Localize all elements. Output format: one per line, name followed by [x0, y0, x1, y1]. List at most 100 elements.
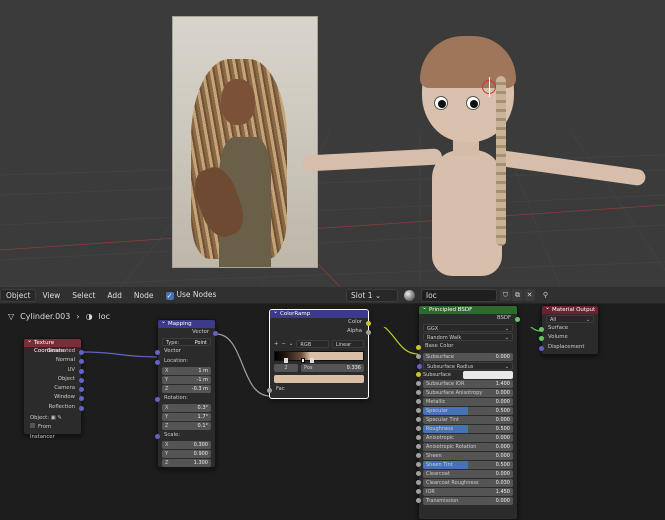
- location-z[interactable]: Z -0.3 m: [162, 384, 211, 393]
- ramp-stop-handle[interactable]: [301, 357, 306, 363]
- ramp-stop-handle[interactable]: [310, 357, 315, 363]
- chevron-right-icon: ›: [76, 311, 80, 321]
- character-right-arm: [495, 149, 647, 187]
- input-subsurface-radius[interactable]: Subsurface Radius ⌄: [417, 361, 513, 370]
- input-sheen[interactable]: Sheen 0.000: [416, 451, 513, 460]
- character-left-eye: [434, 96, 448, 110]
- scale-y[interactable]: Y 0.900: [162, 450, 211, 459]
- character-braid: [496, 76, 506, 246]
- target-dropdown[interactable]: All ⌄: [546, 315, 594, 323]
- material-name-field[interactable]: loc: [421, 289, 497, 302]
- type-dropdown[interactable]: Type: Point: [162, 338, 211, 347]
- ramp-menu-icon[interactable]: ⌄: [289, 341, 293, 347]
- character-left-arm: [301, 148, 443, 172]
- character-right-eye: [466, 96, 480, 110]
- node-principled-bsdf[interactable]: Principled BSDF BSDF GGX⌄ Random Walk⌄ B…: [416, 304, 520, 520]
- node-title: Texture Coordinate: [24, 337, 81, 354]
- breadcrumb-object[interactable]: Cylinder.003: [20, 312, 70, 321]
- input-displacement: Displacement: [539, 343, 598, 352]
- color-mode-dropdown[interactable]: RGB: [296, 339, 329, 348]
- input-sheen-tint[interactable]: Sheen Tint 0.500: [416, 460, 513, 469]
- menu-view[interactable]: View: [36, 291, 66, 300]
- input-volume: Volume: [539, 333, 598, 342]
- input-ior[interactable]: IOR 1.450: [416, 487, 513, 496]
- input-anisotropic-rotation[interactable]: Anisotropic Rotation 0.000: [416, 442, 513, 451]
- input-scale: Scale:: [155, 431, 215, 440]
- input-roughness[interactable]: Roughness 0.500: [416, 424, 513, 433]
- node-material-output[interactable]: Material Output All⌄ Surface Volume Disp…: [539, 304, 599, 355]
- object-data-icon: ▽: [8, 311, 15, 321]
- duplicate-material-icon[interactable]: ⧉: [512, 289, 523, 301]
- node-title: Material Output: [542, 304, 598, 314]
- stop-index-field[interactable]: 2: [274, 363, 298, 372]
- input-location: Location:: [155, 357, 215, 366]
- breadcrumb-material[interactable]: loc: [99, 312, 111, 321]
- menu-add[interactable]: Add: [101, 291, 128, 300]
- material-browse-icon[interactable]: [404, 290, 415, 301]
- interpolation-dropdown[interactable]: Linear: [331, 339, 365, 348]
- object-picker-row[interactable]: Object: ▣ ✎: [24, 414, 81, 423]
- rotation-z[interactable]: Z 0.1°: [162, 422, 211, 431]
- add-stop-button[interactable]: +: [274, 341, 278, 347]
- input-subsurface-ior[interactable]: Subsurface IOR 1.400: [416, 379, 513, 388]
- input-anisotropic[interactable]: Anisotropic 0.000: [416, 433, 513, 442]
- input-transmission[interactable]: Transmission 0.000: [416, 496, 513, 505]
- fake-user-icon[interactable]: ⛉: [500, 289, 511, 301]
- input-specular[interactable]: Specular 0.500: [416, 406, 513, 415]
- object-picker-icon: ▣ ✎: [50, 415, 62, 422]
- pin-icon[interactable]: ⚲: [540, 289, 551, 301]
- input-subsurface[interactable]: Subsurface 0.000: [416, 352, 513, 361]
- stop-color-swatch[interactable]: [274, 374, 364, 383]
- scale-x[interactable]: X 0.300: [162, 441, 211, 450]
- output-alpha: Alpha: [270, 327, 371, 336]
- input-subsurface-color[interactable]: Subsurface Co...: [416, 370, 513, 386]
- stop-position-field[interactable]: Pos 0.336: [301, 363, 364, 372]
- distribution-dropdown[interactable]: GGX ⌄: [423, 324, 513, 333]
- location-x[interactable]: X1 m: [162, 366, 211, 375]
- input-metallic[interactable]: Metallic 0.000: [416, 397, 513, 406]
- node-title: Principled BSDF: [419, 304, 517, 314]
- location-y[interactable]: Y -1 m: [162, 375, 211, 384]
- output-vector: Vector: [158, 328, 218, 337]
- subsurface-color-swatch[interactable]: [462, 370, 513, 379]
- subsurface-method-dropdown[interactable]: Random Walk ⌄: [423, 333, 513, 342]
- scale-z[interactable]: Z 1.300: [162, 459, 211, 468]
- ramp-stop-handle[interactable]: [283, 357, 288, 363]
- 3d-viewport[interactable]: [0, 0, 665, 287]
- input-surface: Surface: [539, 324, 598, 333]
- use-nodes-toggle[interactable]: ✓ Use Nodes: [160, 290, 223, 300]
- link-bsdf-to-surface: [530, 327, 542, 332]
- input-clearcoat[interactable]: Clearcoat 0.000: [416, 469, 513, 478]
- link-color-to-basecolor: [383, 327, 419, 355]
- remove-stop-button[interactable]: −: [281, 341, 285, 347]
- checkbox-icon[interactable]: ✓: [165, 292, 174, 300]
- input-clearcoat-roughness[interactable]: Clearcoat Roughness 0.030: [416, 478, 513, 487]
- slot-dropdown[interactable]: Slot 1 ⌄: [346, 289, 398, 302]
- output-generated: Generated: [24, 347, 84, 356]
- output-camera: Camera: [24, 384, 84, 393]
- node-colorramp[interactable]: ColorRamp Color Alpha + − ⌄ RGB Linear 2…: [267, 308, 371, 399]
- output-object: Object: [24, 375, 84, 384]
- use-nodes-label: Use Nodes: [176, 290, 217, 299]
- rotation-x[interactable]: X 0.3°: [162, 404, 211, 413]
- menu-select[interactable]: Select: [66, 291, 101, 300]
- node-texture-coordinate[interactable]: Texture Coordinate Generated Normal UV O…: [23, 337, 84, 440]
- stop-fields: 2 Pos 0.336: [274, 363, 364, 372]
- unlink-material-icon[interactable]: ✕: [524, 289, 535, 301]
- input-subsurface-anisotropy[interactable]: Subsurface Anisotropy 0.000: [416, 388, 513, 397]
- input-specular-tint[interactable]: Specular Tint 0.000: [416, 415, 513, 424]
- link-mapping-to-fac: [215, 333, 271, 397]
- output-uv: UV: [24, 366, 84, 375]
- character-model[interactable]: [290, 36, 660, 281]
- menu-node[interactable]: Node: [128, 291, 160, 300]
- output-color: Color: [270, 318, 371, 327]
- from-instancer-checkbox[interactable]: From Instancer: [24, 423, 81, 440]
- slot-label: Slot 1: [351, 291, 373, 300]
- 3d-cursor-icon: [482, 77, 496, 97]
- node-canvas[interactable]: Texture Coordinate Generated Normal UV O…: [0, 304, 665, 520]
- mode-dropdown[interactable]: Object: [0, 288, 37, 302]
- color-ramp-gradient[interactable]: [274, 350, 364, 363]
- material-icon: ◑: [85, 311, 93, 321]
- node-mapping[interactable]: Mapping Vector Type:Point Vector Locatio…: [155, 318, 218, 468]
- rotation-y[interactable]: Y 1.7°: [162, 413, 211, 422]
